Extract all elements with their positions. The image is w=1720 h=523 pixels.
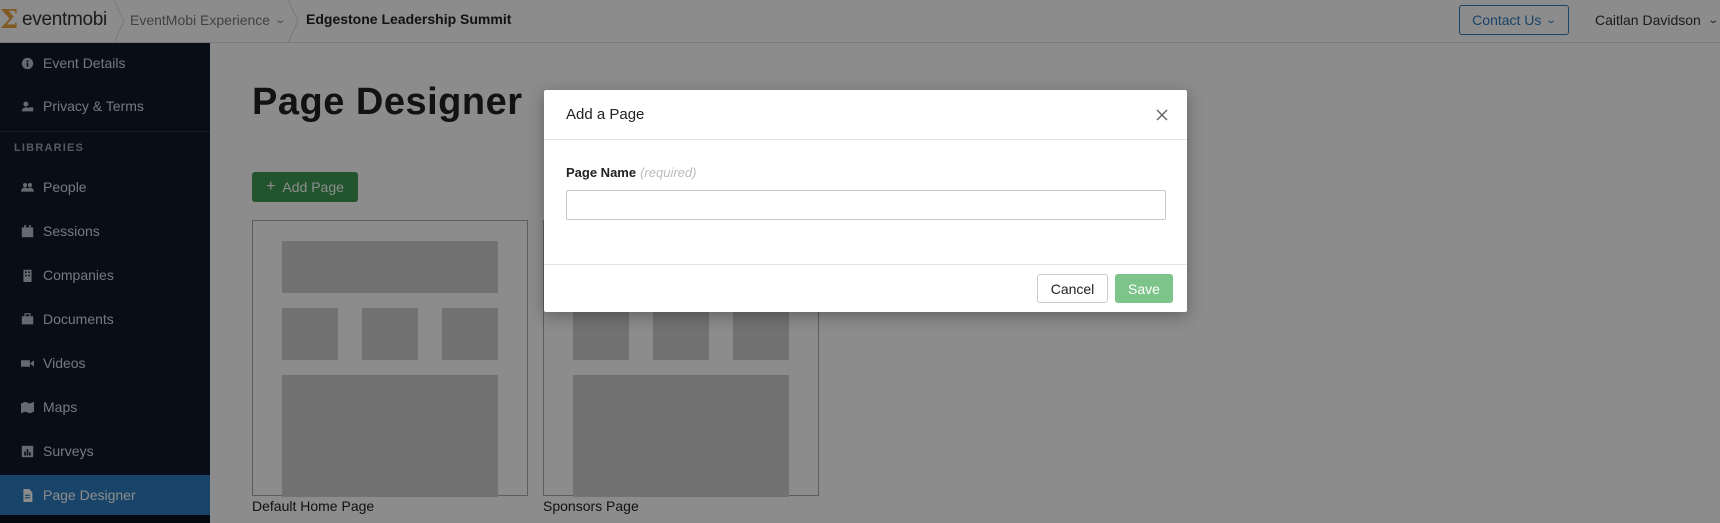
save-button[interactable]: Save <box>1115 274 1173 303</box>
close-icon[interactable] <box>1154 107 1170 123</box>
dialog-header: Add a Page <box>544 90 1187 140</box>
required-hint: (required) <box>640 165 697 180</box>
field-label-text: Page Name <box>566 165 637 180</box>
add-page-dialog: Add a Page Page Name (required) Cancel Sa… <box>544 90 1187 312</box>
cancel-button[interactable]: Cancel <box>1037 274 1108 303</box>
dialog-footer-divider <box>544 264 1187 265</box>
page-name-input[interactable] <box>566 190 1166 220</box>
dialog-title: Add a Page <box>566 106 645 123</box>
page-name-label: Page Name (required) <box>566 165 696 180</box>
